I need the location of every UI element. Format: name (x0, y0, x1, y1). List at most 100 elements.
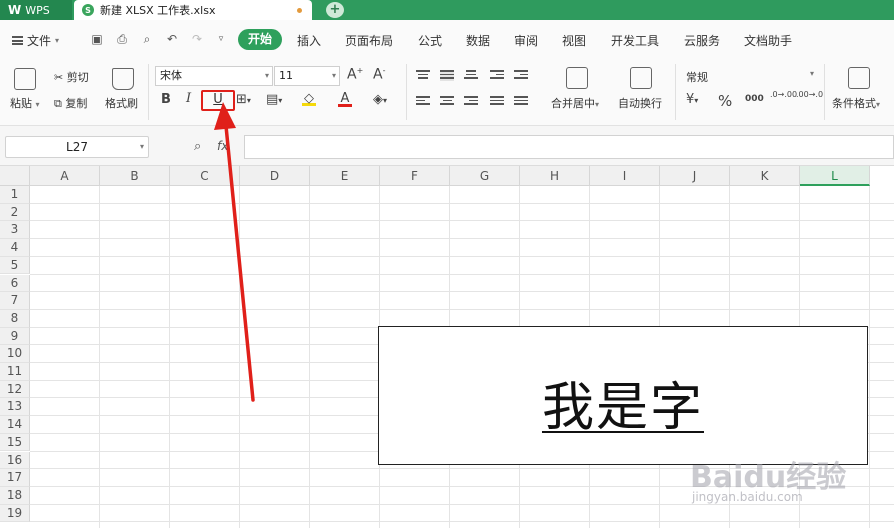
select-all-corner[interactable] (0, 166, 30, 186)
wrap-text-icon[interactable] (630, 67, 652, 89)
conditional-format-button[interactable]: 条件格式▾ (832, 95, 880, 111)
font-name-select[interactable]: 宋体 ▾ (155, 66, 273, 86)
name-box[interactable]: L27 ▾ (5, 136, 149, 158)
decrease-font-size-icon[interactable]: A- (373, 66, 385, 83)
underline-button[interactable]: U (201, 90, 235, 111)
column-header-d[interactable]: D (240, 166, 310, 186)
row-header-7[interactable]: 7 (0, 292, 30, 310)
paste-icon[interactable] (14, 68, 36, 90)
format-painter-icon[interactable] (112, 68, 134, 90)
font-size-select[interactable]: 11 ▾ (274, 66, 340, 86)
copy-button[interactable]: ⧉ 复制 (54, 95, 87, 111)
align-middle-icon[interactable] (440, 70, 454, 81)
row-header-17[interactable]: 17 (0, 469, 30, 487)
new-tab-button[interactable]: + (326, 2, 344, 18)
document-tab[interactable]: S 新建 XLSX 工作表.xlsx (74, 0, 312, 20)
file-menu[interactable]: 文件 ▾ (12, 32, 59, 49)
distributed-align-icon[interactable] (514, 96, 528, 107)
fx-icon[interactable]: fx (217, 139, 228, 153)
align-bottom-icon[interactable] (464, 70, 478, 81)
row-header-13[interactable]: 13 (0, 398, 30, 417)
increase-decimal-button[interactable]: .0→.00 (770, 90, 797, 99)
merge-center-button[interactable]: 合并居中▾ (551, 95, 599, 111)
formula-input[interactable] (244, 135, 894, 159)
row-header-3[interactable]: 3 (0, 221, 30, 240)
column-header-j[interactable]: J (660, 166, 730, 186)
customize-quick-access-icon[interactable]: ▿ (214, 32, 228, 46)
column-header-h[interactable]: H (520, 166, 590, 186)
column-header-c[interactable]: C (170, 166, 240, 186)
justify-icon[interactable] (490, 96, 504, 107)
column-header-k[interactable]: K (730, 166, 800, 186)
row-header-8[interactable]: 8 (0, 309, 30, 328)
decrease-decimal-button[interactable]: .00→.0 (796, 90, 823, 99)
fill-color-icon[interactable]: ◇ (302, 91, 316, 106)
text-box[interactable]: 我是字 (378, 326, 868, 465)
merge-center-icon[interactable] (566, 67, 588, 89)
column-header-b[interactable]: B (100, 166, 170, 186)
print-icon[interactable]: ⎙ (115, 32, 129, 46)
row-header-10[interactable]: 10 (0, 345, 30, 363)
align-right-icon[interactable] (464, 96, 478, 107)
column-header-i[interactable]: I (590, 166, 660, 186)
text-box-content[interactable]: 我是字 (379, 365, 867, 440)
align-center-icon[interactable] (440, 96, 454, 107)
percent-button[interactable]: % (718, 92, 732, 110)
tab-formulas[interactable]: 公式 (418, 32, 442, 49)
undo-icon[interactable]: ↶ (165, 32, 179, 46)
tab-insert[interactable]: 插入 (297, 32, 321, 49)
wps-home-tab[interactable]: W WPS (0, 0, 72, 20)
print-preview-icon[interactable]: ⌕ (140, 32, 154, 46)
save-icon[interactable]: ▣ (90, 32, 104, 46)
column-header-f[interactable]: F (380, 166, 450, 186)
row-header-5[interactable]: 5 (0, 256, 30, 275)
align-top-icon[interactable] (416, 70, 430, 81)
conditional-format-icon[interactable] (848, 67, 870, 89)
paste-button[interactable]: 粘贴 ▾ (10, 95, 40, 111)
tab-page-layout[interactable]: 页面布局 (345, 32, 393, 49)
column-header-e[interactable]: E (310, 166, 380, 186)
row-header-1[interactable]: 1 (0, 186, 30, 204)
row-header-16[interactable]: 16 (0, 451, 30, 470)
font-color-icon[interactable]: A (338, 91, 352, 107)
wrap-text-button[interactable]: 自动换行 (618, 95, 662, 111)
thousands-separator-button[interactable]: 000 (745, 94, 764, 104)
tab-cloud[interactable]: 云服务 (684, 32, 720, 49)
column-header-g[interactable]: G (450, 166, 520, 186)
column-header-l[interactable]: L (800, 166, 870, 186)
row-gridline (30, 308, 894, 310)
row-header-14[interactable]: 14 (0, 416, 30, 434)
row-header-6[interactable]: 6 (0, 274, 30, 293)
italic-button[interactable]: I (186, 91, 191, 106)
bold-button[interactable]: B (161, 92, 171, 107)
row-header-2[interactable]: 2 (0, 203, 30, 222)
increase-font-size-icon[interactable]: A+ (347, 66, 363, 83)
cut-button[interactable]: ✂ 剪切 (54, 69, 89, 85)
tab-start[interactable]: 开始 (238, 29, 282, 50)
column-header-a[interactable]: A (30, 166, 100, 186)
tab-developer[interactable]: 开发工具 (611, 32, 659, 49)
decrease-indent-icon[interactable] (490, 70, 504, 81)
format-painter-button[interactable]: 格式刷 (105, 95, 138, 111)
increase-indent-icon[interactable] (514, 70, 528, 81)
tab-data[interactable]: 数据 (466, 32, 490, 49)
tab-doc-assistant[interactable]: 文档助手 (744, 32, 792, 49)
cell-style-icon[interactable]: ▤▾ (266, 92, 282, 107)
row-header-4[interactable]: 4 (0, 239, 30, 257)
redo-icon[interactable]: ↷ (190, 32, 204, 46)
row-header-9[interactable]: 9 (0, 327, 30, 346)
row-header-12[interactable]: 12 (0, 380, 30, 399)
currency-icon[interactable]: ¥▾ (686, 92, 698, 107)
align-left-icon[interactable] (416, 96, 430, 107)
zoom-icon[interactable]: ⌕ (194, 139, 201, 154)
clear-format-icon[interactable]: ◈▾ (373, 92, 387, 107)
row-header-18[interactable]: 18 (0, 486, 30, 505)
row-header-11[interactable]: 11 (0, 363, 30, 381)
row-gridline (30, 220, 894, 222)
row-header-15[interactable]: 15 (0, 433, 30, 452)
borders-icon[interactable]: ⊞▾ (236, 92, 251, 107)
row-header-19[interactable]: 19 (0, 504, 30, 523)
tab-view[interactable]: 视图 (562, 32, 586, 49)
tab-review[interactable]: 审阅 (514, 32, 538, 49)
number-format-select[interactable]: 常规 ▾ (686, 69, 816, 85)
